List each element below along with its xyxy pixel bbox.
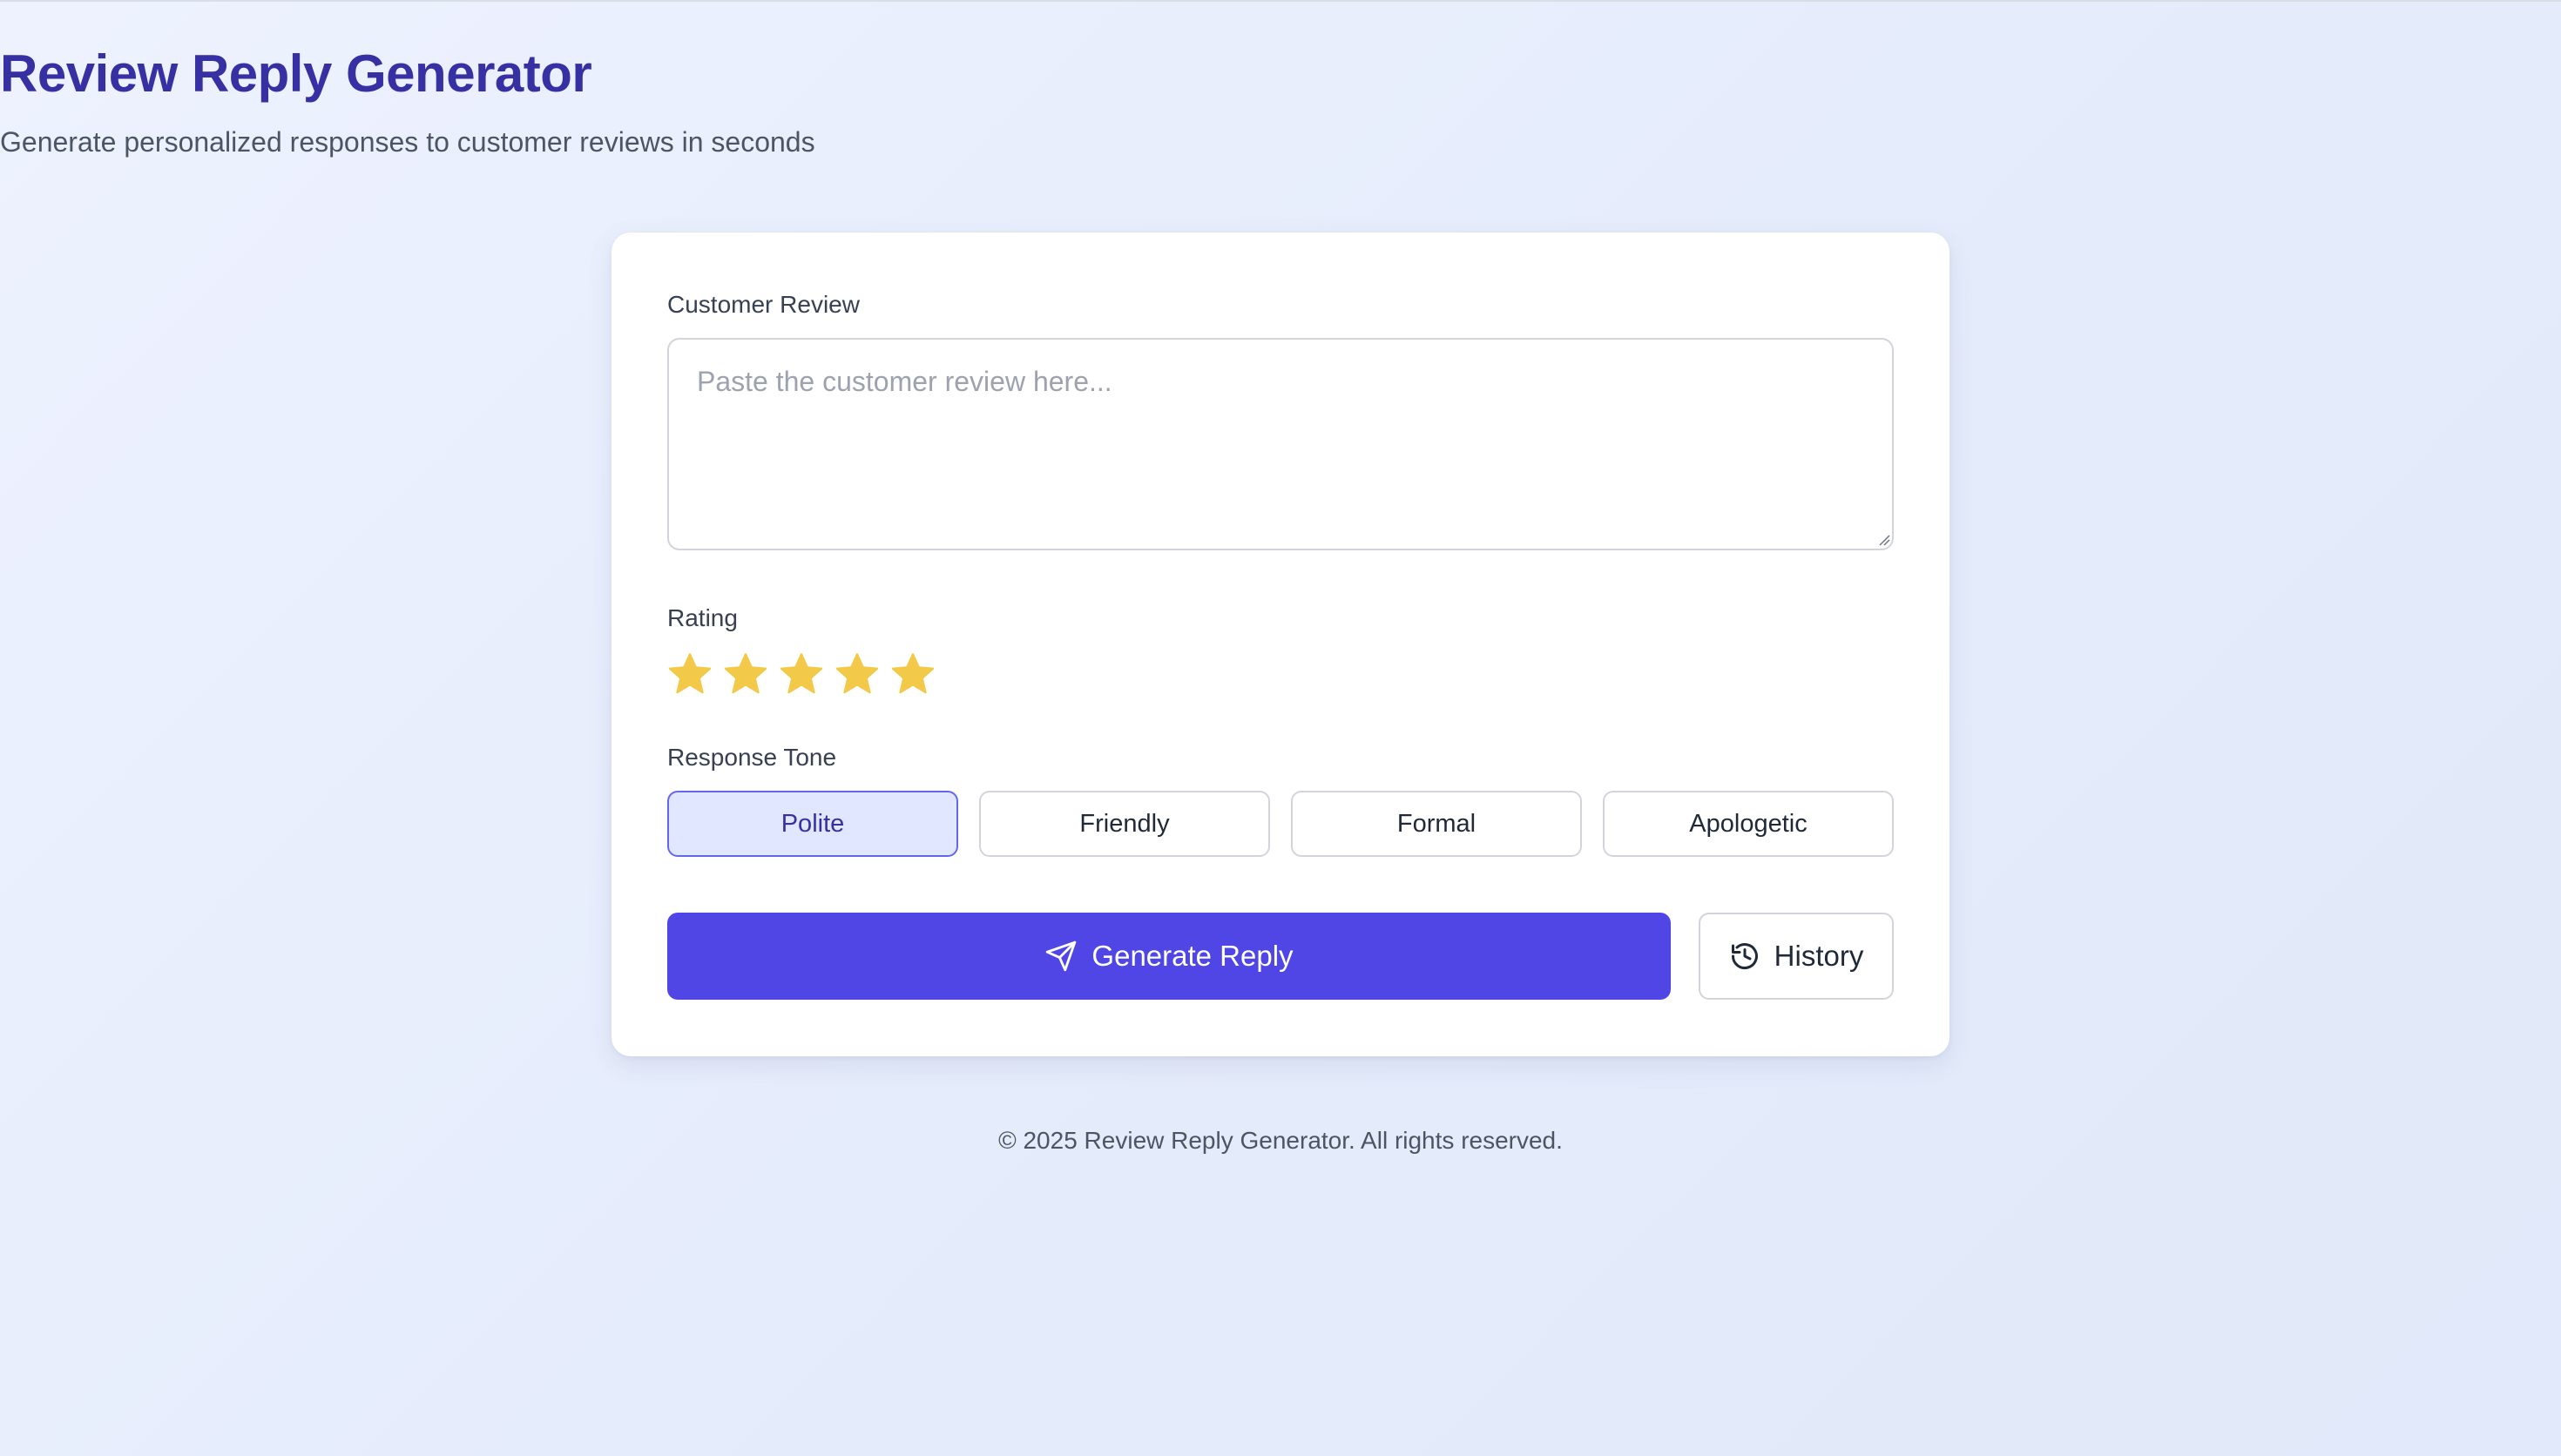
rating-label: Rating bbox=[667, 604, 738, 631]
tone-selector: Polite Friendly Formal Apologetic bbox=[667, 791, 1894, 857]
generate-reply-button[interactable]: Generate Reply bbox=[667, 913, 1671, 1000]
star-icon[interactable] bbox=[889, 650, 937, 699]
resize-handle-icon[interactable] bbox=[1878, 534, 1890, 546]
page-title: Review Reply Generator bbox=[0, 44, 592, 103]
footer-copyright: © 2025 Review Reply Generator. All right… bbox=[998, 1127, 1563, 1154]
review-input[interactable] bbox=[667, 338, 1894, 550]
star-icon[interactable] bbox=[777, 650, 826, 699]
star-icon[interactable] bbox=[721, 650, 770, 699]
generator-card: Customer Review Rating Response Tone Pol… bbox=[612, 233, 1949, 1056]
generate-reply-label: Generate Reply bbox=[1091, 940, 1294, 972]
star-icon[interactable] bbox=[833, 650, 882, 699]
star-icon[interactable] bbox=[666, 650, 714, 699]
send-icon bbox=[1046, 940, 1077, 972]
tone-option-apologetic[interactable]: Apologetic bbox=[1603, 791, 1894, 857]
page-subtitle: Generate personalized responses to custo… bbox=[0, 126, 815, 158]
history-label: History bbox=[1774, 940, 1864, 972]
tone-option-polite[interactable]: Polite bbox=[667, 791, 958, 857]
tone-option-friendly[interactable]: Friendly bbox=[979, 791, 1270, 857]
history-icon bbox=[1731, 943, 1758, 970]
review-label: Customer Review bbox=[667, 291, 860, 318]
history-button[interactable]: History bbox=[1699, 913, 1894, 1000]
tone-option-formal[interactable]: Formal bbox=[1291, 791, 1582, 857]
tone-label: Response Tone bbox=[667, 744, 837, 771]
